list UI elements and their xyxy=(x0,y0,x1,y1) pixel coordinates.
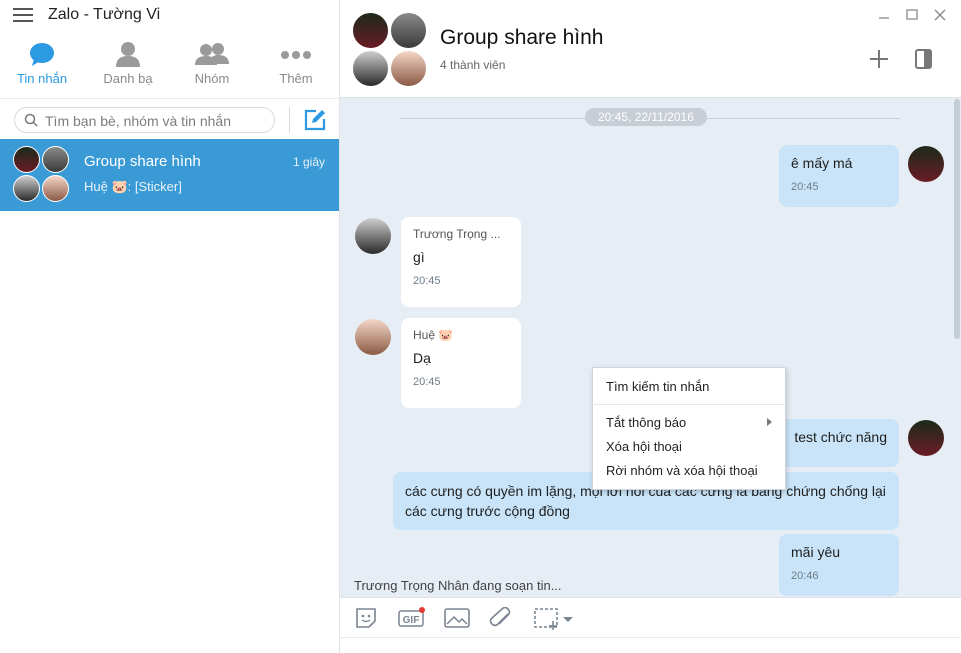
message-input[interactable] xyxy=(340,637,961,653)
date-separator: 20:45, 22/11/2016 xyxy=(585,108,707,126)
menu-item-search-messages[interactable]: Tìm kiếm tin nhắn xyxy=(606,379,709,394)
tab-contacts[interactable]: Danh bạ xyxy=(86,38,170,96)
member-avatar xyxy=(390,50,427,87)
avatar[interactable] xyxy=(908,420,944,456)
member-count: 4 thành viên xyxy=(440,58,506,72)
tab-contacts-label: Danh bạ xyxy=(103,71,153,86)
chat-header: Group share hình 4 thành viên xyxy=(340,0,961,98)
sender-name: Huệ 🐷 xyxy=(413,328,454,342)
search-input[interactable] xyxy=(45,112,270,129)
app-title: Zalo - Tường Vi xyxy=(48,6,161,23)
close-icon[interactable] xyxy=(931,6,949,24)
chat-panel: Group share hình 4 thành viên 20:45, 22/… xyxy=(340,0,961,653)
member-avatar xyxy=(13,175,40,202)
conversation-preview: Huệ 🐷: [Sticker] xyxy=(84,179,182,194)
group-avatar xyxy=(352,12,428,88)
member-avatar xyxy=(13,146,40,173)
avatar[interactable] xyxy=(355,218,391,254)
compose-icon[interactable] xyxy=(303,108,327,132)
maximize-icon[interactable] xyxy=(903,6,921,24)
message-bubble-incoming[interactable]: Trương Trọng ... gì 20:45 xyxy=(401,217,521,307)
svg-text:GIF: GIF xyxy=(403,615,420,626)
conversation-name: Group share hình xyxy=(84,153,201,170)
message-text: test chức năng xyxy=(794,429,887,445)
message-time: 20:45 xyxy=(791,181,819,193)
attach-icon[interactable] xyxy=(488,607,514,631)
member-avatar xyxy=(352,50,389,87)
person-icon xyxy=(116,42,140,67)
more-dots-icon xyxy=(281,51,311,59)
chat-title: Group share hình xyxy=(440,26,604,49)
menu-item-delete-conversation[interactable]: Xóa hội thoại xyxy=(606,439,682,454)
side-panel-icon[interactable] xyxy=(914,48,934,70)
conversation-sidebar: Zalo - Tường Vi Tin nhắn Danh bạ Nhóm Th… xyxy=(0,0,340,653)
message-time: 20:46 xyxy=(791,570,819,582)
member-avatar xyxy=(352,12,389,49)
conversation-item[interactable]: Group share hình 1 giây Huệ 🐷: [Sticker] xyxy=(0,139,339,211)
search-row xyxy=(0,98,340,140)
menu-item-mute-notifications[interactable]: Tắt thông báo xyxy=(606,415,686,430)
submenu-arrow-icon xyxy=(767,418,772,426)
message-time: 20:45 xyxy=(413,376,441,388)
main-nav: Tin nhắn Danh bạ Nhóm Thêm xyxy=(0,38,340,96)
message-list: 20:45, 22/11/2016 ê mấy má 20:45 Trương … xyxy=(340,99,961,597)
menu-item-leave-group[interactable]: Rời nhóm và xóa hội thoại xyxy=(606,463,758,478)
member-avatar xyxy=(42,175,69,202)
message-time: 20:45 xyxy=(413,275,441,287)
message-bubble-outgoing[interactable]: test chức năng xyxy=(778,419,899,467)
tab-messages[interactable]: Tin nhắn xyxy=(0,38,84,96)
message-text: Dạ xyxy=(413,350,431,366)
message-text: gì xyxy=(413,249,425,265)
menu-divider xyxy=(594,404,784,405)
message-bubble-outgoing[interactable]: mãi yêu 20:46 xyxy=(779,534,899,596)
message-bubble-incoming[interactable]: Huệ 🐷 Dạ 20:45 xyxy=(401,318,521,408)
divider xyxy=(289,107,290,133)
message-bubble-outgoing[interactable]: ê mấy má 20:45 xyxy=(779,145,899,207)
tab-more[interactable]: Thêm xyxy=(254,38,338,96)
app-titlebar: Zalo - Tường Vi xyxy=(0,0,340,32)
emoji-icon[interactable] xyxy=(354,607,378,629)
group-icon xyxy=(195,43,229,65)
minimize-icon[interactable] xyxy=(875,6,893,24)
message-text: mãi yêu xyxy=(791,544,841,560)
group-avatar xyxy=(13,146,71,204)
gif-icon[interactable]: GIF xyxy=(398,607,426,629)
tab-more-label: Thêm xyxy=(279,71,313,86)
conversation-time: 1 giây xyxy=(292,155,325,169)
avatar[interactable] xyxy=(355,319,391,355)
add-member-icon[interactable] xyxy=(868,48,890,70)
composer-toolbar: GIF xyxy=(340,597,961,637)
sender-name: Trương Trọng ... xyxy=(413,227,501,241)
message-text: ê mấy má xyxy=(791,155,853,171)
screenshot-icon[interactable] xyxy=(533,607,577,631)
chat-bubble-icon xyxy=(30,43,54,66)
avatar[interactable] xyxy=(908,146,944,182)
tab-groups[interactable]: Nhóm xyxy=(170,38,254,96)
search-icon xyxy=(24,113,38,127)
member-avatar xyxy=(42,146,69,173)
search-box xyxy=(14,107,275,133)
typing-indicator: Trương Trọng Nhân đang soạn tin... xyxy=(354,578,562,593)
scrollbar[interactable] xyxy=(954,99,960,339)
tab-messages-label: Tin nhắn xyxy=(16,71,68,86)
image-icon[interactable] xyxy=(443,607,471,629)
hamburger-menu-icon[interactable] xyxy=(13,8,33,22)
member-avatar xyxy=(390,12,427,49)
tab-groups-label: Nhóm xyxy=(194,71,230,86)
context-menu: Tìm kiếm tin nhắn Tắt thông báo Xóa hội … xyxy=(592,367,786,490)
